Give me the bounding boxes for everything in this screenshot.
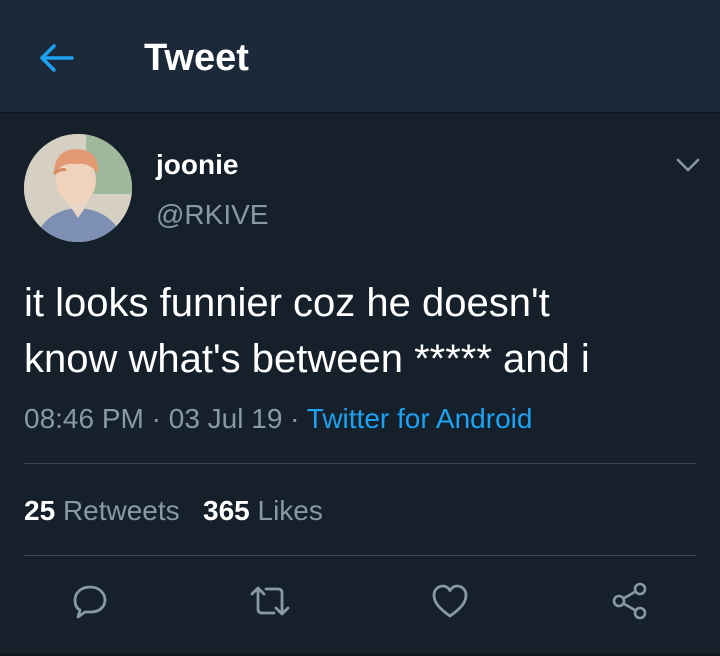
back-arrow-icon bbox=[40, 44, 74, 72]
tweet-date: 03 Jul 19 bbox=[168, 403, 283, 434]
avatar[interactable] bbox=[24, 134, 132, 242]
user-handle[interactable]: @RKIVE bbox=[156, 199, 268, 231]
likes-label: Likes bbox=[257, 495, 323, 526]
share-button[interactable] bbox=[608, 579, 652, 623]
app-header: Tweet bbox=[0, 0, 720, 113]
retweet-icon bbox=[250, 586, 290, 616]
action-bar bbox=[0, 579, 720, 629]
display-name[interactable]: joonie bbox=[156, 149, 238, 181]
retweet-button[interactable] bbox=[248, 579, 292, 623]
chevron-down-icon bbox=[676, 158, 700, 172]
share-icon bbox=[612, 582, 647, 620]
tweet-detail: joonie @RKIVE it looks funnier coz he do… bbox=[0, 113, 720, 656]
back-button[interactable] bbox=[28, 34, 84, 82]
page-title: Tweet bbox=[144, 37, 249, 79]
tweet-source-link[interactable]: Twitter for Android bbox=[307, 403, 533, 434]
like-button[interactable] bbox=[428, 579, 472, 623]
reply-icon bbox=[73, 585, 107, 619]
tweet-time: 08:46 PM bbox=[24, 403, 144, 434]
tweet-meta: 08:46 PM · 03 Jul 19 · Twitter for Andro… bbox=[24, 401, 532, 437]
divider bbox=[24, 463, 696, 464]
likes-stat[interactable]: 365 Likes bbox=[203, 495, 323, 526]
like-icon bbox=[432, 584, 468, 618]
divider bbox=[24, 555, 696, 556]
retweets-stat[interactable]: 25 Retweets bbox=[24, 495, 180, 526]
meta-separator: · bbox=[151, 403, 161, 434]
retweets-label: Retweets bbox=[62, 495, 180, 526]
retweets-count: 25 bbox=[24, 495, 56, 526]
reply-button[interactable] bbox=[68, 579, 112, 623]
more-options-button[interactable] bbox=[668, 149, 708, 181]
tweet-stats: 25 Retweets 365 Likes bbox=[24, 493, 323, 529]
likes-count: 365 bbox=[203, 495, 250, 526]
meta-separator: · bbox=[290, 403, 300, 434]
tweet-text: it looks funnier coz he doesn't know wha… bbox=[24, 281, 590, 381]
